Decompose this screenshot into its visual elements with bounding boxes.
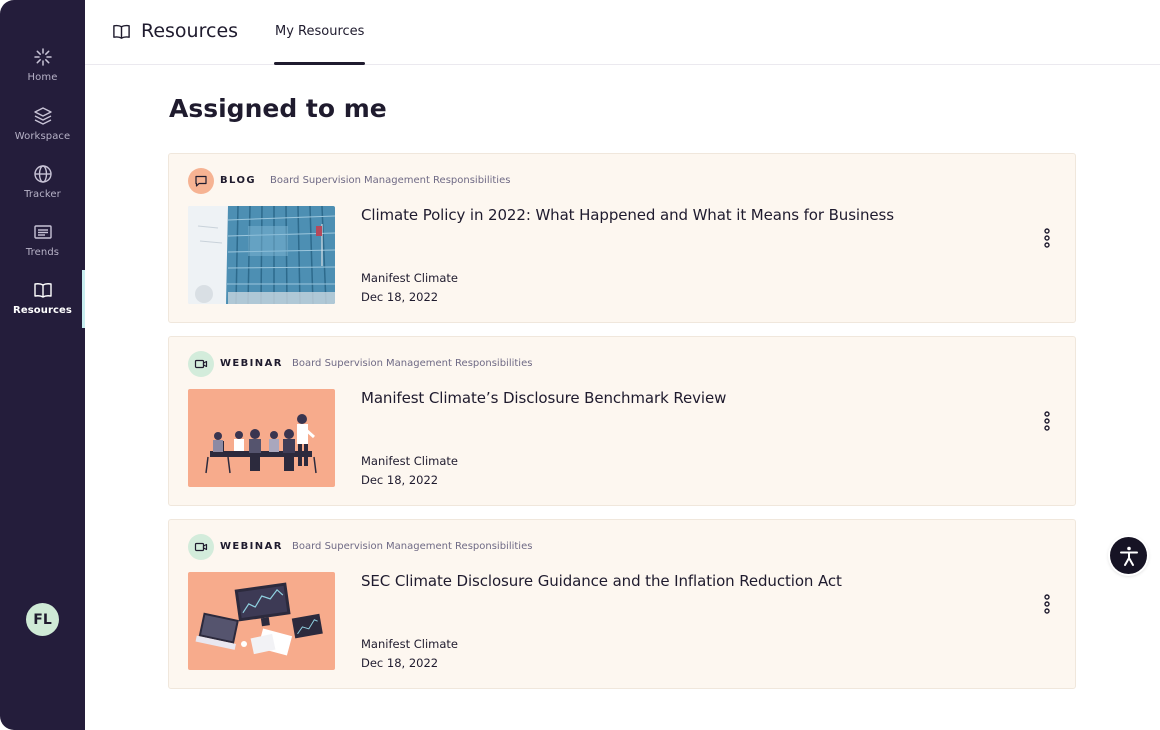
more-options-icon[interactable] xyxy=(1040,593,1054,615)
resource-author: Manifest Climate xyxy=(361,637,458,651)
tab-my-resources[interactable]: My Resources xyxy=(274,0,366,65)
video-camera-icon xyxy=(194,359,208,369)
type-badge xyxy=(188,534,214,560)
tag-link[interactable]: Board Supervision xyxy=(292,358,383,369)
resource-card[interactable]: BLOG Board Supervision Management Respon… xyxy=(168,153,1076,323)
book-icon xyxy=(113,24,130,39)
video-camera-icon xyxy=(194,542,208,552)
glass-building-photo[interactable] xyxy=(188,206,335,304)
resource-type-label: WEBINAR xyxy=(220,541,283,552)
resource-card[interactable]: WEBINAR Board Supervision Management Res… xyxy=(168,336,1076,506)
resource-author: Manifest Climate xyxy=(361,454,458,468)
type-badge xyxy=(188,168,214,194)
resource-card[interactable]: WEBINAR Board Supervision Management Res… xyxy=(168,519,1076,689)
tab-label: My Resources xyxy=(275,24,365,39)
resource-type-label: BLOG xyxy=(220,175,256,186)
active-indicator xyxy=(82,270,85,328)
page-section-title: Resources xyxy=(141,20,239,42)
tag-link[interactable]: Board Supervision xyxy=(292,541,383,552)
section-title-group: Resources xyxy=(112,20,238,42)
tag-link[interactable]: Management Responsibilities xyxy=(386,358,532,369)
sidebar-item-label: Tracker xyxy=(24,189,61,200)
sidebar-item-home[interactable]: Home xyxy=(0,47,85,105)
sidebar-item-label: Trends xyxy=(25,247,60,258)
sidebar-item-label: Home xyxy=(27,72,58,83)
accessibility-icon xyxy=(1119,546,1138,566)
resource-title[interactable]: Climate Policy in 2022: What Happened an… xyxy=(361,206,894,224)
page-title: Assigned to me xyxy=(169,94,387,123)
tag-link[interactable]: Board Supervision xyxy=(270,175,361,186)
tag-link[interactable]: Management Responsibilities xyxy=(364,175,510,186)
chat-bubble-icon xyxy=(195,175,207,187)
book-icon xyxy=(33,283,52,298)
resource-author: Manifest Climate xyxy=(361,271,458,285)
resource-date: Dec 18, 2022 xyxy=(361,290,439,304)
tag-link[interactable]: Management Responsibilities xyxy=(386,541,532,552)
more-options-icon[interactable] xyxy=(1040,227,1054,249)
sidebar-item-resources[interactable]: Resources xyxy=(0,280,85,338)
sidebar-item-workspace[interactable]: Workspace xyxy=(0,106,85,164)
tab-active-underline xyxy=(274,62,366,65)
resource-date: Dec 18, 2022 xyxy=(361,473,439,487)
more-options-icon[interactable] xyxy=(1040,410,1054,432)
resource-type-label: WEBINAR xyxy=(220,358,283,369)
accessibility-button[interactable] xyxy=(1110,537,1147,574)
list-icon xyxy=(33,225,52,239)
layers-icon xyxy=(33,107,52,125)
globe-icon xyxy=(33,165,52,183)
avatar[interactable]: FL xyxy=(26,603,59,636)
sidebar-item-label: Workspace xyxy=(14,131,71,142)
resource-title[interactable]: SEC Climate Disclosure Guidance and the … xyxy=(361,572,842,590)
resource-date: Dec 18, 2022 xyxy=(361,656,439,670)
top-header: Resources My Resources xyxy=(85,0,1160,65)
resource-title[interactable]: Manifest Climate’s Disclosure Benchmark … xyxy=(361,389,726,407)
meeting-illustration[interactable] xyxy=(188,389,335,487)
home-burst-icon xyxy=(33,48,52,66)
sidebar-item-tracker[interactable]: Tracker xyxy=(0,164,85,222)
sidebar: Home Workspace Tracker Trends Resources … xyxy=(0,0,85,730)
type-badge xyxy=(188,351,214,377)
sidebar-item-label: Resources xyxy=(13,305,72,316)
sidebar-item-trends[interactable]: Trends xyxy=(0,222,85,280)
devices-illustration[interactable] xyxy=(188,572,335,670)
